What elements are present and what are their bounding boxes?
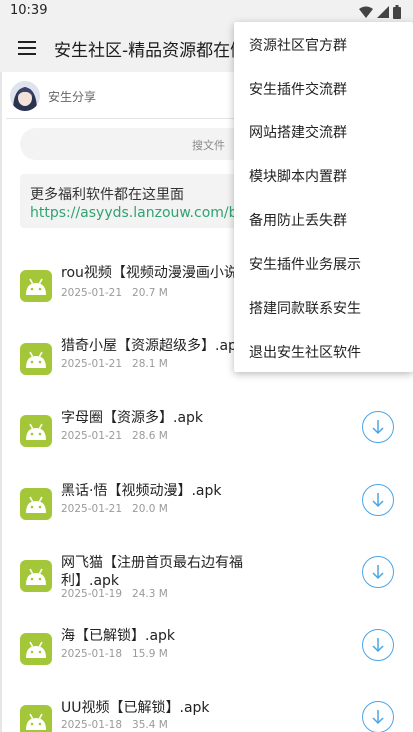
file-size: 20.0 M [132,503,168,515]
menu-item-script-group[interactable]: 模块脚本内置群 [249,166,347,186]
file-meta: 2025-01-21 28.1 M [61,358,168,370]
download-button[interactable] [362,411,394,443]
android-icon [20,270,52,302]
profile-name: 安生分享 [48,89,97,104]
file-meta: 2025-01-21 20.0 M [61,503,168,515]
avatar[interactable] [10,81,40,111]
file-meta: 2025-01-18 35.4 M [61,719,168,731]
menu-item-business[interactable]: 安生插件业务展示 [249,254,361,274]
file-date: 2025-01-18 [61,719,123,731]
android-icon [20,560,52,592]
file-date: 2025-01-19 [61,588,123,600]
file-meta: 2025-01-21 28.6 M [61,430,168,442]
status-bar: 10:39 [0,0,413,24]
file-size: 15.9 M [132,648,168,660]
menu-item-exit[interactable]: 退出安生社区软件 [249,342,361,362]
profile-row[interactable]: 安生分享 [10,80,96,112]
download-button[interactable] [362,629,394,661]
android-icon [20,343,52,375]
download-button[interactable] [362,484,394,516]
download-icon [372,493,384,508]
drawer-edge [0,72,2,732]
android-icon [20,415,52,447]
list-item[interactable]: 黑话·悟【视频动漫】.apk 2025-01-21 20.0 M [20,482,413,542]
file-date: 2025-01-21 [61,287,123,299]
wifi-icon [359,6,373,18]
file-size: 28.1 M [132,358,168,370]
download-button[interactable] [362,701,394,732]
file-name: 海【已解锁】.apk [61,628,176,644]
battery-icon [393,5,401,19]
file-size: 24.3 M [132,588,168,600]
download-icon [372,565,384,580]
file-name: 黑话·悟【视频动漫】.apk [61,483,222,499]
file-meta: 2025-01-19 24.3 M [61,588,168,600]
file-date: 2025-01-21 [61,503,123,515]
page-title: 安生社区-精品资源都在侧 [54,41,248,61]
menu-item-official-group[interactable]: 资源社区官方群 [249,35,347,55]
menu-item-website-group[interactable]: 网站搭建交流群 [249,122,347,142]
menu-icon[interactable] [14,36,40,60]
menu-item-plugin-group[interactable]: 安生插件交流群 [249,79,347,99]
file-meta: 2025-01-21 20.7 M [61,287,168,299]
list-item[interactable]: 字母圈【资源多】.apk 2025-01-21 28.6 M [20,409,413,469]
file-name: 网飞猫【注册首页最右边有福利】.apk [61,555,243,589]
file-name: 字母圈【资源多】.apk [61,410,204,426]
file-size: 20.7 M [132,287,168,299]
overflow-menu: 资源社区官方群 安生插件交流群 网站搭建交流群 模块脚本内置群 备用防止丢失群 … [234,22,413,372]
list-item[interactable]: 海【已解锁】.apk 2025-01-18 15.9 M [20,627,413,687]
file-meta: 2025-01-18 15.9 M [61,648,168,660]
menu-item-backup-group[interactable]: 备用防止丢失群 [249,210,347,230]
status-time: 10:39 [10,3,48,18]
android-icon [20,705,52,732]
download-icon [372,638,384,653]
search-placeholder: 搜文件 [192,139,225,152]
file-size: 28.6 M [132,430,168,442]
file-name: UU视频【已解锁】.apk [61,700,210,716]
file-size: 35.4 M [132,719,168,731]
status-icons [359,4,401,20]
menu-item-contact[interactable]: 搭建同款联系安生 [249,298,361,318]
list-item[interactable]: UU视频【已解锁】.apk 2025-01-18 35.4 M [20,699,413,732]
android-icon [20,488,52,520]
download-icon [372,710,384,725]
list-item[interactable]: 网飞猫【注册首页最右边有福利】.apk 2025-01-19 24.3 M [20,554,413,614]
download-icon [372,420,384,435]
file-date: 2025-01-21 [61,430,123,442]
signal-icon [377,6,389,18]
file-date: 2025-01-21 [61,358,123,370]
android-icon [20,633,52,665]
file-date: 2025-01-18 [61,648,123,660]
download-button[interactable] [362,556,394,588]
